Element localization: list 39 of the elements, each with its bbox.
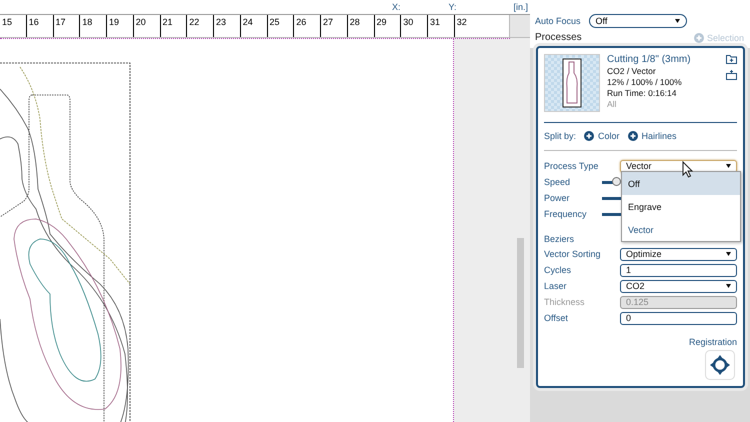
ruler-label: 21 (162, 17, 173, 27)
registration-label: Registration (688, 337, 737, 347)
field-label: Thickness (544, 297, 586, 307)
process-type-summary: CO2 / Vector (607, 66, 657, 76)
process-scope-text: All (607, 99, 618, 109)
ruler-label: 16 (28, 17, 39, 27)
slider-label: Speed (544, 177, 570, 187)
auto-focus-label: Auto Focus (535, 16, 581, 26)
ruler-label: 32 (456, 17, 467, 27)
y-coordinate-label: Y: (448, 2, 457, 12)
field-label: Cycles (544, 265, 572, 275)
process-settings-summary: 12% / 100% / 100% (607, 77, 683, 87)
ruler-label: 18 (82, 17, 92, 27)
field-label: Vector Sorting (544, 249, 602, 259)
slider-label: Power (544, 193, 570, 203)
ruler-label: 17 (56, 17, 66, 27)
processes-title: Processes (535, 32, 582, 43)
x-coordinate-label: X: (392, 2, 401, 12)
ruler-label: 28 (350, 17, 360, 27)
ruler-label: 22 (189, 17, 200, 27)
ruler-label: 15 (2, 17, 12, 27)
field-label: Offset (544, 313, 569, 323)
ruler-label: 20 (136, 17, 146, 27)
ruler-label: 24 (242, 17, 253, 27)
field-label: Laser (544, 281, 568, 291)
split-by-label: Split by: (544, 131, 576, 141)
ruler-label: 23 (216, 17, 226, 27)
ruler-label: 19 (109, 17, 120, 27)
ruler-label: 26 (296, 17, 306, 27)
process-type-label: Process Type (544, 161, 600, 171)
slider-label: Frequency (544, 209, 587, 219)
ruler-label: 27 (323, 17, 334, 27)
ruler-label: 25 (270, 17, 280, 27)
ruler-label: 30 (403, 17, 414, 27)
input-field: 0.125 (620, 296, 737, 308)
ruler-label: 31 (430, 17, 440, 27)
beziers-label: Beziers (544, 234, 576, 244)
run-time-text: Run Time: 0:16:14 (607, 88, 678, 98)
ruler-label: 29 (376, 17, 387, 27)
